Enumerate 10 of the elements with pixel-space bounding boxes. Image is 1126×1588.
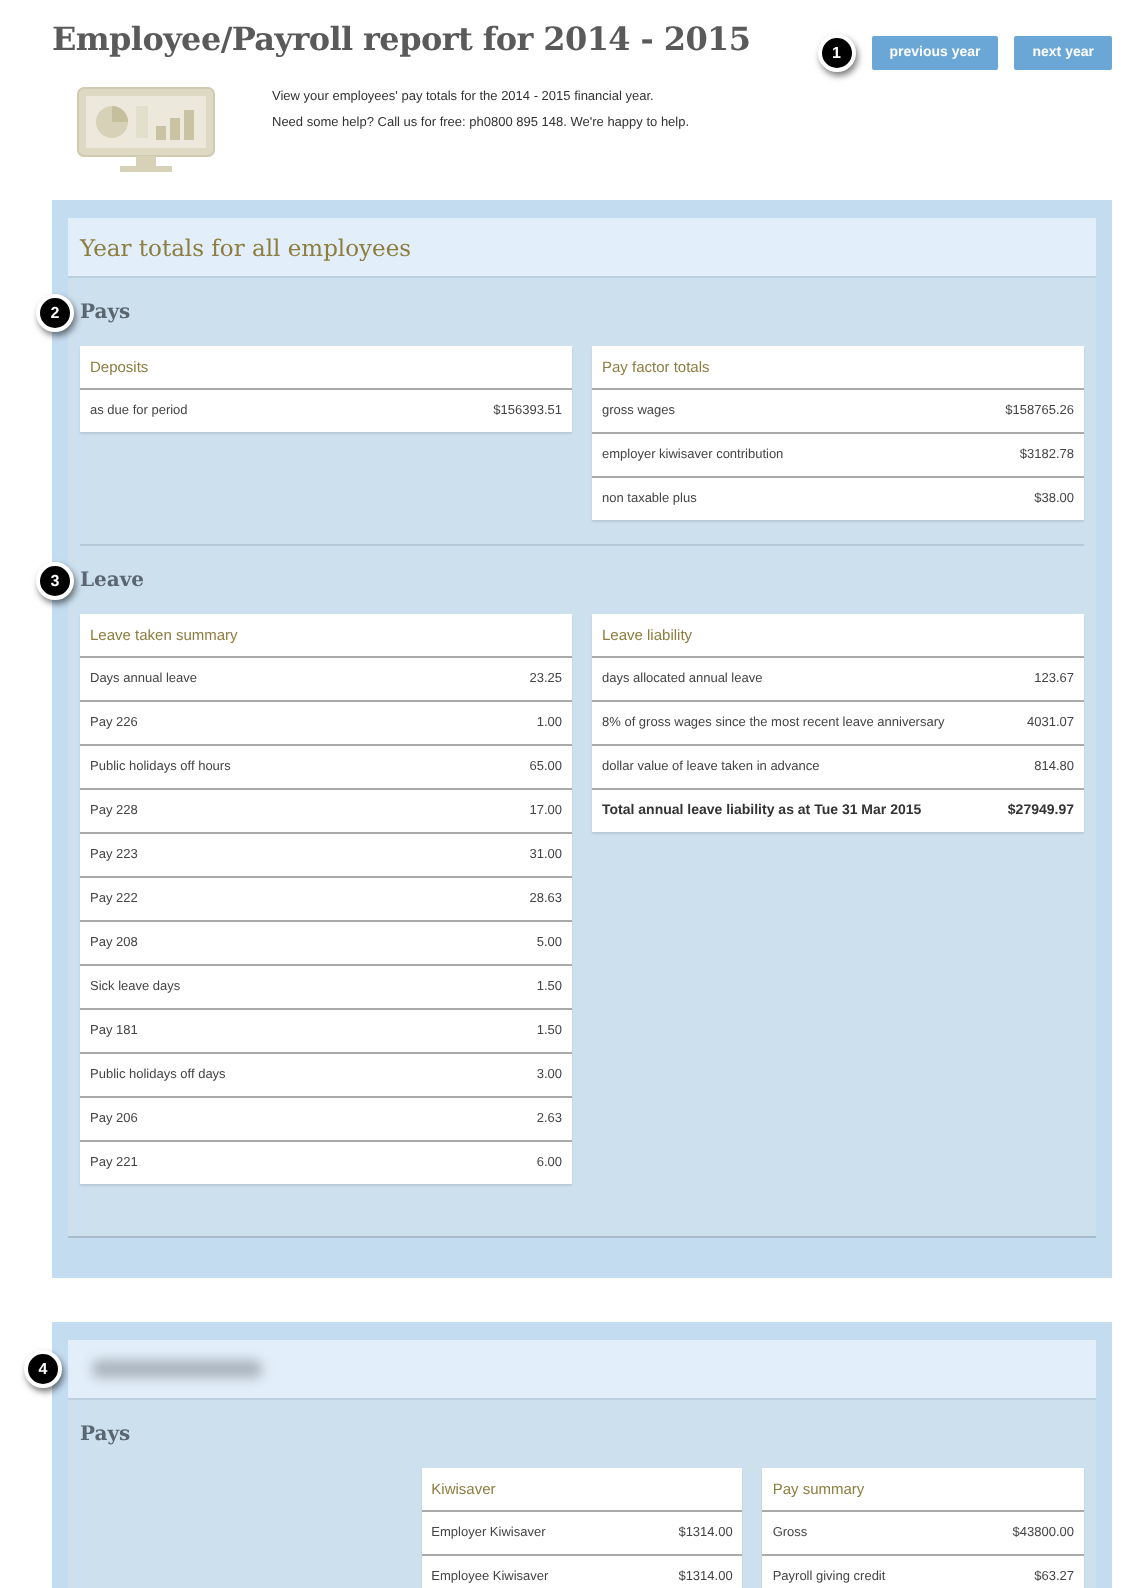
group-heading: Pays xyxy=(80,301,131,323)
section-title: Year totals for all employees xyxy=(80,233,412,261)
page-title: Employee/Payroll report for 2014 - 2015 xyxy=(52,20,751,58)
group-heading: Leave xyxy=(80,569,145,591)
group-heading: Pays xyxy=(80,1423,131,1445)
callout-badge: 4 xyxy=(24,1350,62,1388)
callout-badge: 1 xyxy=(817,34,856,72)
callout-badge: 3 xyxy=(36,562,74,600)
callout-badge: 2 xyxy=(36,294,74,332)
monitor-chart-icon xyxy=(76,86,216,174)
